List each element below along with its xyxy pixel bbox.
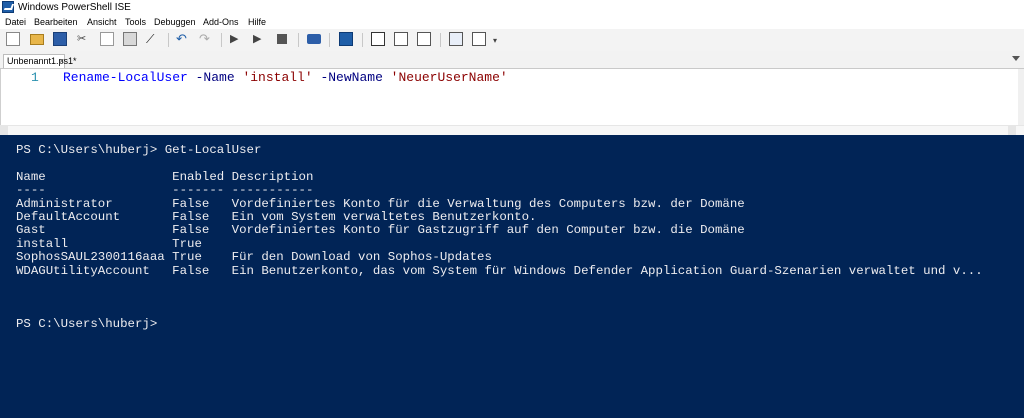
layout-right-icon[interactable] [394, 32, 408, 46]
console-header: Name Enabled Description [16, 169, 314, 184]
powershell-icon [2, 1, 14, 13]
menu-tools[interactable]: Tools [125, 16, 146, 29]
stop-icon[interactable] [277, 34, 287, 44]
layout-max-icon[interactable] [417, 32, 431, 46]
chevron-down-icon[interactable] [1012, 56, 1020, 61]
show-addons-icon[interactable] [472, 32, 486, 46]
tab-close-icon[interactable]: × [59, 55, 64, 67]
script-editor[interactable]: 1 Rename-LocalUser -Name 'install' -NewN… [0, 69, 1018, 125]
toolbar-overflow-icon[interactable]: ▾ [493, 32, 501, 46]
console-header-underline: ---- ------- ----------- [16, 183, 314, 198]
menu-bearbeiten[interactable]: Bearbeiten [34, 16, 78, 29]
toolbar-separator [440, 33, 441, 47]
menu-debuggen[interactable]: Debuggen [154, 16, 196, 29]
scroll-left-button[interactable] [0, 126, 8, 135]
menu-ansicht[interactable]: Ansicht [87, 16, 117, 29]
console-row: Administrator False Vordefiniertes Konto… [16, 196, 745, 211]
console-row: install True [16, 236, 202, 251]
console-row: WDAGUtilityAccount False Ein Benutzerkon… [16, 263, 983, 278]
console-prompt: PS C:\Users\huberj> [16, 317, 158, 332]
code-cmdlet: Rename-LocalUser [63, 70, 188, 85]
code-parameter: -NewName [312, 70, 391, 85]
cut-icon[interactable]: ✂ [77, 32, 91, 46]
console-row: DefaultAccount False Ein vom System verw… [16, 210, 537, 225]
menu-datei[interactable]: Datei [5, 16, 26, 29]
save-icon[interactable] [53, 32, 67, 46]
toolbar-separator [329, 33, 330, 47]
window-title: Windows PowerShell ISE [18, 2, 131, 13]
redo-icon[interactable]: ↷ [199, 32, 213, 46]
toolbar-separator [298, 33, 299, 47]
code-string: 'NeuerUserName' [390, 70, 508, 85]
toolbar-separator [168, 33, 169, 47]
tab-unbenannt1[interactable]: Unbenannt1.ps1* × [3, 54, 77, 68]
console-output: PS C:\Users\huberj> Get-LocalUser Name E… [16, 143, 983, 332]
open-folder-icon[interactable] [30, 34, 44, 45]
title-bar: Windows PowerShell ISE [0, 0, 1024, 15]
powershell-console-icon[interactable] [339, 32, 353, 46]
toolbar-separator [221, 33, 222, 47]
line-number: 1 [31, 70, 39, 85]
scroll-right-button[interactable] [1008, 126, 1016, 135]
code-string: 'install' [242, 70, 313, 85]
console-row: SophosSAUL2300116aaa True Für den Downlo… [16, 250, 492, 265]
console-prompt: PS C:\Users\huberj> Get-LocalUser [16, 143, 262, 157]
tab-strip: Unbenannt1.ps1* × [0, 51, 1024, 69]
console-pane[interactable]: PS C:\Users\huberj> Get-LocalUser Name E… [0, 135, 1024, 418]
code-parameter: -Name [187, 70, 243, 85]
toolbar-separator [362, 33, 363, 47]
show-commands-icon[interactable] [449, 32, 463, 46]
layout-top-icon[interactable] [371, 32, 385, 46]
code-line[interactable]: Rename-LocalUser -Name 'install' -NewNam… [63, 70, 508, 85]
toolbar: ✂ ⟋ ↶ ↷ ▶ ▶ ▾ [0, 29, 1024, 52]
new-file-icon[interactable] [6, 32, 20, 46]
clear-icon[interactable]: ⟋ [146, 32, 160, 46]
pane-splitter[interactable] [0, 125, 1024, 135]
run-selection-icon[interactable]: ▶ [253, 32, 267, 46]
tab-label: Unbenannt1.ps1* [7, 56, 77, 66]
paste-icon[interactable] [123, 32, 137, 46]
editor-scrollbar[interactable] [1018, 69, 1024, 125]
remote-powershell-icon[interactable] [307, 34, 321, 44]
copy-icon[interactable] [100, 32, 114, 46]
run-icon[interactable]: ▶ [230, 32, 244, 46]
menu-hilfe[interactable]: Hilfe [248, 16, 266, 29]
menu-bar: Datei Bearbeiten Ansicht Tools Debuggen … [0, 16, 1024, 29]
console-row: Gast False Vordefiniertes Konto für Gast… [16, 223, 745, 238]
menu-addons[interactable]: Add-Ons [203, 16, 239, 29]
undo-icon[interactable]: ↶ [176, 32, 190, 46]
